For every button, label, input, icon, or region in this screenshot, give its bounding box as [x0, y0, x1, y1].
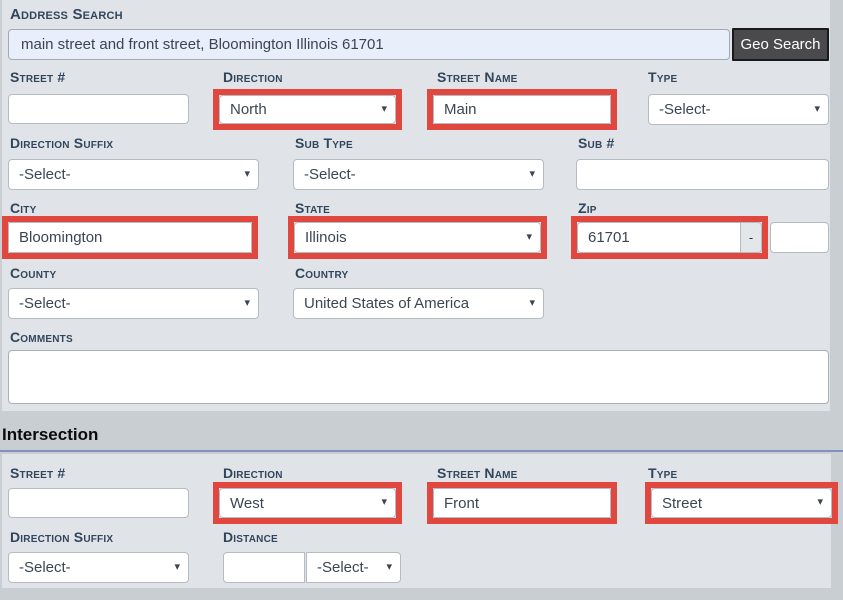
state-label: State	[295, 200, 330, 216]
sub-type-label: Sub Type	[295, 135, 353, 151]
ix-street-number-input[interactable]	[8, 488, 189, 518]
type-select-wrap: -Select- ▾	[648, 94, 829, 125]
ix-direction-label: Direction	[223, 465, 283, 481]
ix-type-highlight: Street ▾	[645, 482, 838, 524]
state-select-wrap: Illinois ▾	[294, 222, 541, 253]
ix-type-select[interactable]: Street	[651, 488, 832, 518]
ix-direction-highlight: West ▾	[213, 482, 402, 524]
sub-type-select-wrap: -Select- ▾	[293, 159, 544, 190]
ix-distance-unit-select-wrap: -Select- ▾	[306, 552, 401, 583]
geo-search-button[interactable]: Geo Search	[732, 28, 829, 61]
address-search-input[interactable]	[8, 29, 730, 60]
county-label: County	[10, 265, 56, 281]
ix-street-name-input[interactable]	[433, 488, 611, 518]
ix-street-name-highlight	[427, 482, 617, 524]
country-label: Country	[295, 265, 348, 281]
address-search-title: Address Search	[10, 6, 123, 23]
ix-direction-select[interactable]: West	[219, 488, 396, 518]
ix-type-select-wrap: Street ▾	[651, 488, 832, 518]
comments-label: Comments	[10, 329, 73, 345]
direction-suffix-label: Direction Suffix	[10, 135, 113, 151]
intersection-title: Intersection	[2, 425, 98, 445]
direction-label: Direction	[223, 69, 283, 85]
street-name-input[interactable]	[433, 95, 611, 124]
ix-distance-unit-select[interactable]: -Select-	[306, 552, 401, 583]
comments-textarea[interactable]	[8, 350, 829, 404]
ix-direction-suffix-select-wrap: -Select- ▾	[8, 552, 189, 583]
ix-street-number-label: Street #	[10, 465, 65, 481]
ix-distance-input[interactable]	[223, 552, 305, 583]
ix-street-name-label: Street Name	[437, 465, 518, 481]
state-highlight: Illinois ▾	[288, 216, 547, 259]
city-highlight	[2, 216, 258, 259]
country-select[interactable]: United States of America	[293, 288, 544, 319]
zip-label: Zip	[578, 200, 597, 216]
type-label: Type	[648, 69, 677, 85]
sub-number-label: Sub #	[578, 135, 614, 151]
sub-type-select[interactable]: -Select-	[293, 159, 544, 190]
county-select[interactable]: -Select-	[8, 288, 259, 319]
direction-suffix-select[interactable]: -Select-	[8, 159, 259, 190]
ix-distance-label: Distance	[223, 529, 278, 545]
county-select-wrap: -Select- ▾	[8, 288, 259, 319]
zip-group: -	[577, 222, 762, 253]
country-select-wrap: United States of America ▾	[293, 288, 544, 319]
direction-suffix-select-wrap: -Select- ▾	[8, 159, 259, 190]
zip-plus4-input[interactable]	[770, 222, 829, 253]
type-select[interactable]: -Select-	[648, 94, 829, 125]
zip-highlight: -	[571, 216, 768, 259]
street-number-label: Street #	[10, 69, 65, 85]
zip-separator: -	[740, 222, 762, 253]
zip-input[interactable]	[577, 222, 740, 253]
ix-direction-suffix-select[interactable]: -Select-	[8, 552, 189, 583]
street-name-highlight	[427, 89, 617, 130]
city-label: City	[10, 200, 36, 216]
ix-type-label: Type	[648, 465, 677, 481]
state-select[interactable]: Illinois	[294, 222, 541, 253]
ix-direction-suffix-label: Direction Suffix	[10, 529, 113, 545]
ix-direction-select-wrap: West ▾	[219, 488, 396, 518]
direction-select-wrap: North ▾	[219, 95, 396, 124]
section-divider	[0, 450, 843, 452]
direction-select[interactable]: North	[219, 95, 396, 124]
city-input[interactable]	[8, 222, 252, 253]
sub-number-input[interactable]	[576, 159, 829, 190]
street-number-input[interactable]	[8, 94, 189, 124]
direction-highlight: North ▾	[213, 89, 402, 130]
street-name-label: Street Name	[437, 69, 518, 85]
